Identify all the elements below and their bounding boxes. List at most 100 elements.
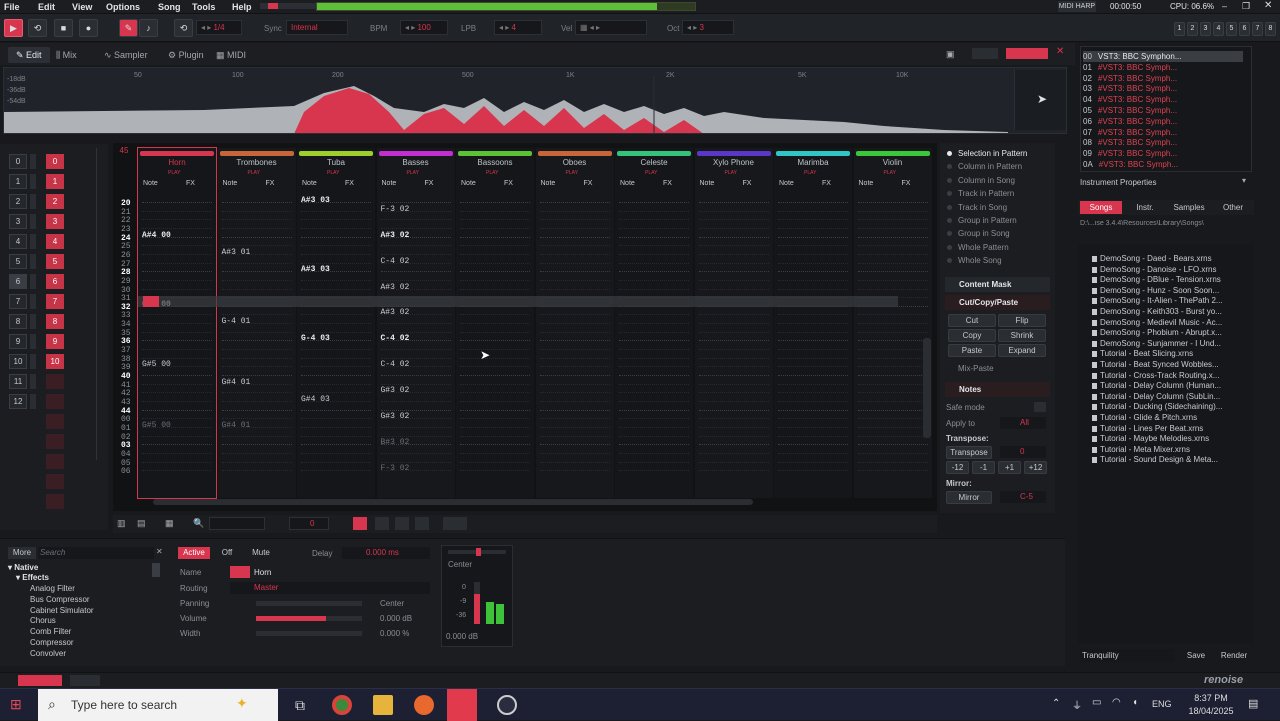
track-name[interactable]: Violin <box>856 157 930 169</box>
sequence-slot-10[interactable]: 10 <box>46 354 64 369</box>
track-marimba[interactable]: Marimba Note FX PLAY <box>774 148 852 498</box>
zoom-icon[interactable]: 🔍 <box>193 518 204 529</box>
velocity-field[interactable]: ▦ ◂ ▸ <box>575 20 647 35</box>
track-name[interactable]: Marimba <box>776 157 850 169</box>
browser-song-item[interactable]: Tutorial - Delay Column (Human... <box>1100 381 1221 390</box>
instrument-row[interactable]: 05 #VST3: BBC Symph... <box>1083 105 1243 116</box>
transpose-minus-12[interactable]: -12 <box>946 461 969 474</box>
track-name[interactable]: Basses <box>379 157 453 169</box>
waveform-toggle[interactable] <box>70 675 100 686</box>
scope-radio[interactable] <box>947 231 952 237</box>
track-oboes[interactable]: Oboes Note FX PLAY <box>535 148 614 498</box>
tray-time[interactable]: 8:37 PM <box>1188 693 1234 703</box>
dsp-native-group[interactable]: ▾ Native <box>8 563 38 572</box>
track-name[interactable]: Xylo Phone <box>697 157 771 169</box>
track-number-8[interactable]: 8 <box>1265 22 1276 36</box>
left-track-mute-3[interactable] <box>30 214 36 229</box>
menu-view[interactable]: View <box>72 2 92 12</box>
instrument-row[interactable]: 01 #VST3: BBC Symph... <box>1083 62 1243 73</box>
left-track-9[interactable]: 9 <box>9 334 27 349</box>
instrument-row[interactable]: 06 #VST3: BBC Symph... <box>1083 116 1243 127</box>
track-name[interactable]: Celeste <box>617 157 691 169</box>
browser-song-item[interactable]: DemoSong - Keith303 - Burst yo... <box>1100 307 1222 316</box>
mirror-note-field[interactable]: C-5 <box>1000 491 1046 503</box>
close-icon[interactable]: ✕ <box>1264 0 1272 11</box>
meter-pan-slider[interactable] <box>448 548 506 556</box>
bpm-field[interactable]: ◂ ▸ 100 <box>400 20 448 35</box>
note-cell[interactable]: A#3 01 <box>222 248 251 257</box>
browser-song-item[interactable]: Tutorial - Beat Slicing.xrns <box>1100 349 1193 358</box>
sequence-slot-3[interactable]: 3 <box>46 214 64 229</box>
note-cell[interactable]: G#4 01 <box>222 378 251 387</box>
follow-icon[interactable]: ▤ <box>137 518 146 529</box>
scope-radio[interactable] <box>947 258 952 264</box>
track-name[interactable]: Oboes <box>538 157 612 169</box>
scope-radio[interactable] <box>947 191 952 197</box>
scope-radio[interactable] <box>947 164 952 170</box>
transpose-plus-1[interactable]: +1 <box>998 461 1021 474</box>
flip-button[interactable]: Flip <box>998 314 1046 327</box>
file-explorer-icon[interactable] <box>373 695 393 715</box>
record-button[interactable]: ● <box>79 19 98 37</box>
note-cell[interactable]: G-4 01 <box>222 317 251 326</box>
minimize-icon[interactable]: – <box>1222 1 1227 11</box>
left-track-mute-6[interactable] <box>30 274 36 289</box>
clear-search-icon[interactable]: ✕ <box>156 547 163 556</box>
sequence-slot-14[interactable] <box>46 434 64 449</box>
left-track-5[interactable]: 5 <box>9 254 27 269</box>
pan-column-toggle[interactable] <box>375 517 389 530</box>
mix-paste-option[interactable]: Mix-Paste <box>958 364 994 373</box>
browser-song-item[interactable]: DemoSong - Phobium - Abrupt.x... <box>1100 328 1222 337</box>
track-number-5[interactable]: 5 <box>1226 22 1237 36</box>
apply-to-select[interactable]: All <box>1000 417 1046 429</box>
scope-option-whole-song[interactable]: Whole Song <box>958 256 1002 265</box>
notes-header[interactable]: Notes <box>945 382 1050 397</box>
dsp-effect-item[interactable]: Convolver <box>30 649 66 658</box>
stop-button[interactable]: ■ <box>54 19 73 37</box>
note-cell[interactable]: A#4 00 <box>142 231 171 240</box>
browser-song-item[interactable]: DemoSong - Daed - Bears.xrns <box>1100 254 1212 263</box>
delay-field[interactable]: 0.000 ms <box>342 547 430 559</box>
note-cell[interactable]: A#3 03 <box>301 265 330 274</box>
browser-song-item[interactable]: Tutorial - Ducking (Sidechaining)... <box>1100 402 1222 411</box>
note-cell[interactable]: G#3 02 <box>381 412 410 421</box>
note-cell[interactable]: F-3 02 <box>381 205 410 214</box>
scope-option-track-in-pattern[interactable]: Track in Pattern <box>958 189 1014 198</box>
tab-plugin[interactable]: ⚙ Plugin <box>160 47 212 63</box>
left-track-mute-2[interactable] <box>30 194 36 209</box>
track-color-swatch[interactable] <box>230 566 250 578</box>
track-mute-button[interactable]: Mute <box>246 547 276 559</box>
tab-mix[interactable]: ⫼ Mix <box>48 47 85 63</box>
left-track-10[interactable]: 10 <box>9 354 27 369</box>
browser-song-item[interactable]: Tutorial - Glide & Pitch.xrns <box>1100 413 1197 422</box>
metronome-button[interactable]: ♪ <box>139 19 158 37</box>
loop-button[interactable]: ⟲ <box>28 19 47 37</box>
tray-usb-icon[interactable]: ⏚ <box>1072 697 1082 712</box>
left-track-mute-10[interactable] <box>30 354 36 369</box>
sequence-slot-1[interactable]: 1 <box>46 174 64 189</box>
sequence-slot-12[interactable] <box>46 394 64 409</box>
browser-song-item[interactable]: Tutorial - Beat Synced Wobbles... <box>1100 360 1219 369</box>
track-number-6[interactable]: 6 <box>1239 22 1250 36</box>
note-cell[interactable]: G#5 00 <box>142 421 171 430</box>
sequence-slot-6[interactable]: 6 <box>46 274 64 289</box>
browser-song-item[interactable]: Tutorial - Meta Mixer.xrns <box>1100 445 1190 454</box>
left-track-7[interactable]: 7 <box>9 294 27 309</box>
octave-field[interactable]: ◂ ▸ 3 <box>682 20 734 35</box>
sequence-slot-0[interactable]: 0 <box>46 154 64 169</box>
note-cell[interactable]: A#3 02 <box>381 308 410 317</box>
menu-help[interactable]: Help <box>232 2 252 12</box>
tray-language[interactable]: ENG <box>1152 699 1172 709</box>
volume-slider[interactable] <box>256 616 362 621</box>
note-cell[interactable]: B#3 02 <box>381 438 410 447</box>
sequence-slot-2[interactable]: 2 <box>46 194 64 209</box>
note-cell[interactable]: A#3 02 <box>381 283 410 292</box>
lines-field[interactable]: ◂ ▸ 1/4 <box>196 20 242 35</box>
sequence-slot-16[interactable] <box>46 474 64 489</box>
left-track-mute-7[interactable] <box>30 294 36 309</box>
note-cell[interactable]: G#4 01 <box>222 421 251 430</box>
instrument-row[interactable]: 07 #VST3: BBC Symph... <box>1083 127 1243 138</box>
left-track-2[interactable]: 2 <box>9 194 27 209</box>
paste-button[interactable]: Paste <box>948 344 996 357</box>
renoise-taskbar-icon[interactable] <box>447 689 477 721</box>
